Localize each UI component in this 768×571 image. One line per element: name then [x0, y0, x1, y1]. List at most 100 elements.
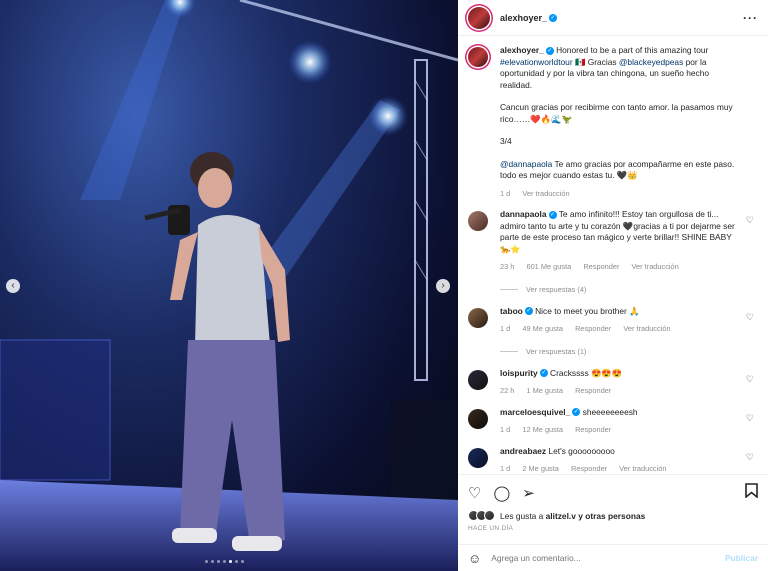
comment-meta: 1 d 49 Me gusta Responder Ver traducción [500, 323, 740, 335]
comment-likes[interactable]: 1 Me gusta [526, 386, 563, 395]
comment-username[interactable]: andreabaez [500, 446, 546, 456]
view-replies-button[interactable]: Ver respuestas (4) [500, 285, 758, 294]
avatar[interactable] [468, 47, 488, 67]
comment-text: Nice to meet you brother 🙏 [535, 305, 640, 316]
comment-time: 1 d [500, 425, 511, 434]
post-timestamp[interactable]: HACE UN DÍA [468, 525, 758, 532]
view-replies-button[interactable]: Ver respuestas (1) [500, 347, 758, 356]
heart-icon[interactable]: ♡ [468, 484, 481, 502]
publish-button[interactable]: Publicar [725, 553, 758, 563]
comment-likes[interactable]: 601 Me gusta [526, 262, 571, 271]
carousel-dot [205, 560, 208, 563]
comment-text: sheeeeeeeesh [582, 406, 638, 417]
comment-like-icon[interactable]: ♡ [746, 413, 754, 424]
comment-meta: 1 d 2 Me gusta Responder Ver traducción [500, 463, 740, 474]
caption-text-mid: 🇲🇽 Gracias [574, 56, 617, 67]
carousel-dot [235, 560, 238, 563]
likes-prefix: Les gusta a [500, 510, 544, 521]
comment-username[interactable]: loispurity [500, 368, 538, 378]
comment-username[interactable]: marceloesquivel_ [500, 407, 570, 417]
comment-item: dannapaola ✓ Te amo infinito!!! Estoy tan… [468, 209, 758, 273]
caption-text: Honored to be a part of this amazing tou… [556, 45, 709, 55]
emoji-icon[interactable]: ☺ [468, 551, 481, 566]
reply-button[interactable]: Responder [571, 464, 607, 473]
add-comment-bar: ☺ Publicar [458, 544, 768, 571]
comment-like-icon[interactable]: ♡ [746, 215, 754, 226]
comment-input[interactable] [491, 553, 692, 563]
reply-button[interactable]: Responder [583, 262, 619, 271]
likes-suffix[interactable]: y otras personas [578, 511, 645, 521]
previous-image-button[interactable]: ‹ [6, 279, 20, 293]
comment-time: 1 d [500, 324, 511, 333]
comment-like-icon[interactable]: ♡ [746, 452, 754, 463]
avatar[interactable] [468, 408, 488, 429]
mention-link[interactable]: @dannapaola [500, 159, 552, 169]
post-sidebar: alexhoyer_ ✓ ··· alexhoyer_ ✓ Honored to … [458, 0, 768, 571]
comment-like-icon[interactable]: ♡ [746, 312, 754, 323]
carousel-indicator [205, 560, 244, 563]
caption-paragraph: Cancun gracias por recibirme con tanto a… [500, 102, 733, 124]
carousel-dot [217, 560, 220, 563]
post-author-username[interactable]: alexhoyer_ [500, 13, 547, 23]
carousel-dot [223, 560, 226, 563]
avatar[interactable] [468, 307, 488, 328]
verified-badge-icon: ✓ [572, 408, 581, 417]
carousel-dot-active [229, 560, 232, 563]
translate-link[interactable]: Ver traducción [632, 262, 679, 271]
concert-photo-illustration [0, 0, 458, 571]
likes-text[interactable]: Les gusta a alitzel.v y otras personas [500, 511, 645, 521]
mention-link[interactable]: @blackeyedpeas [619, 57, 683, 67]
translate-link[interactable]: Ver traducción [619, 464, 666, 473]
carousel-dot [211, 560, 214, 563]
comment-text: Crackssss 😍😍😍 [550, 367, 623, 378]
view-replies-label[interactable]: Ver respuestas (4) [526, 285, 586, 294]
bookmark-icon[interactable] [745, 483, 758, 502]
view-replies-label[interactable]: Ver respuestas (1) [526, 347, 586, 356]
avatar[interactable] [468, 447, 488, 468]
action-bar: ♡ ◯ ➢ [468, 483, 758, 502]
comment-like-icon[interactable]: ♡ [746, 374, 754, 385]
translate-link[interactable]: Ver traducción [522, 189, 569, 198]
more-options-icon[interactable]: ··· [743, 11, 758, 25]
comment-meta: 23 h 601 Me gusta Responder Ver traducci… [500, 261, 740, 273]
comment-meta: 22 h 1 Me gusta Responder [500, 385, 740, 397]
reply-button[interactable]: Responder [575, 386, 611, 395]
comment-item: loispurity ✓ Crackssss 😍😍😍 22 h 1 Me gust… [468, 368, 758, 397]
hashtag-link[interactable]: #elevationworldtour [500, 57, 573, 67]
comment-likes[interactable]: 12 Me gusta [522, 425, 563, 434]
comments-list[interactable]: alexhoyer_ ✓ Honored to be a part of this… [458, 37, 768, 474]
comment-time: 23 h [500, 262, 515, 271]
verified-badge-icon: ✓ [539, 369, 548, 378]
reply-button[interactable]: Responder [575, 324, 611, 333]
likes-user[interactable]: alitzel.v [546, 511, 576, 521]
carousel-dot [241, 560, 244, 563]
replies-divider [500, 288, 518, 290]
comment-item: marceloesquivel_ ✓ sheeeeeeeesh 1 d 12 Me… [468, 407, 758, 436]
caption-username[interactable]: alexhoyer_ [500, 45, 544, 55]
comment-item: andreabaez Let's gooooooooo 1 d 2 Me gus… [468, 446, 758, 475]
comment-item: taboo ✓ Nice to meet you brother 🙏 1 d 49… [468, 306, 758, 335]
post-header: alexhoyer_ ✓ ··· [458, 0, 768, 36]
share-icon[interactable]: ➢ [522, 484, 535, 502]
comment-likes[interactable]: 49 Me gusta [522, 324, 563, 333]
verified-badge-icon: ✓ [549, 13, 558, 22]
comment-icon[interactable]: ◯ [493, 484, 510, 502]
caption-meta: 1 d Ver traducción [500, 188, 740, 200]
comment-username[interactable]: dannapaola [500, 209, 547, 219]
comment-username[interactable]: taboo [500, 306, 523, 316]
verified-badge-icon: ✓ [524, 307, 533, 316]
caption-time: 1 d [500, 188, 511, 198]
translate-link[interactable]: Ver traducción [623, 324, 670, 333]
verified-badge-icon: ✓ [548, 210, 557, 219]
caption-paragraph: 3/4 [500, 136, 512, 146]
post-photo: ‹ › [0, 0, 458, 571]
reply-button[interactable]: Responder [575, 425, 611, 434]
avatar[interactable] [468, 211, 488, 231]
next-image-button[interactable]: › [436, 279, 450, 293]
avatar[interactable] [468, 369, 488, 390]
verified-badge-icon: ✓ [545, 46, 554, 55]
comment-time: 22 h [500, 386, 515, 395]
avatar[interactable] [468, 6, 490, 29]
comment-likes[interactable]: 2 Me gusta [522, 464, 559, 473]
liker-avatar[interactable] [484, 510, 495, 521]
